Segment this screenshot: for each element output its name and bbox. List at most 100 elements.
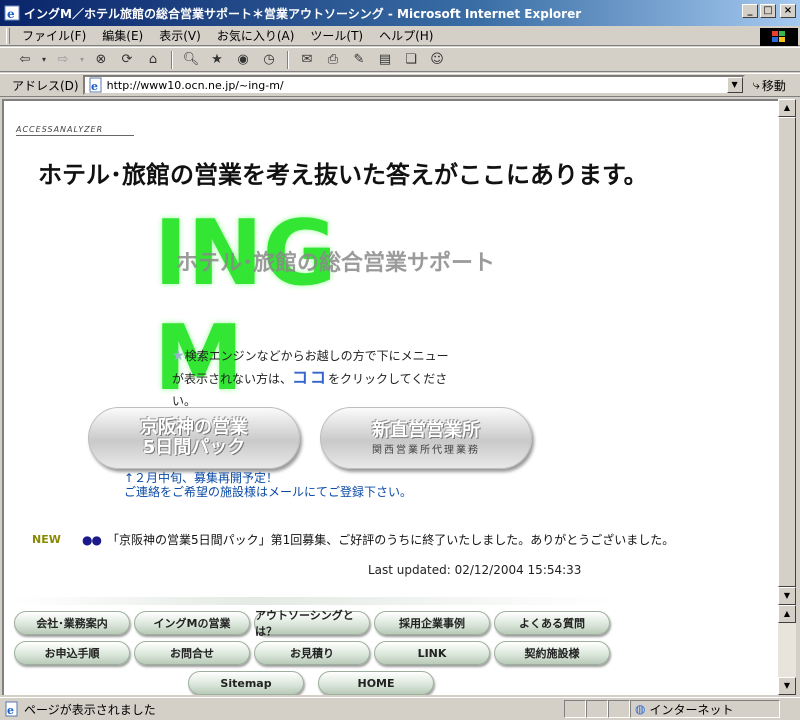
stop-icon[interactable]: ⊗ <box>90 50 112 70</box>
news-text: 「京阪神の営業5日間パック」第1回募集、ご好評のうちに終了いたしました。ありがと… <box>106 533 675 547</box>
home-icon[interactable]: ⌂ <box>142 50 164 70</box>
notice-line3: い。 <box>172 394 197 408</box>
search-icon[interactable]: 🔍︎ <box>180 50 202 70</box>
koko-link[interactable]: ココ <box>292 368 328 387</box>
svg-text:e: e <box>91 80 98 93</box>
svg-text:e: e <box>7 7 15 21</box>
forward-icon[interactable]: ⇨ <box>52 50 74 70</box>
nav-sitemap[interactable]: Sitemap <box>188 671 304 695</box>
maximize-button[interactable]: □ <box>760 4 776 18</box>
menu-bar: ファイル(F) 編集(E) 表示(V) お気に入り(A) ツール(T) ヘルプ(… <box>0 26 800 46</box>
menu-tools[interactable]: ツール(T) <box>302 27 371 44</box>
mail-icon[interactable]: ✉ <box>296 50 318 70</box>
nav-link[interactable]: LINK <box>374 641 490 665</box>
menu-help[interactable]: ヘルプ(H) <box>371 27 441 44</box>
toolbar-grip[interactable] <box>6 27 10 44</box>
menu-favorites[interactable]: お気に入り(A) <box>209 27 303 44</box>
nav-estimate[interactable]: お見積り <box>254 641 370 665</box>
research-icon[interactable]: ❏ <box>400 50 422 70</box>
divider <box>14 597 614 605</box>
nav-outsourcing[interactable]: アウトソーシングとは？ <box>254 609 370 638</box>
menu-notice: ★検索エンジンなどからお越しの方で下にメニュー が表示されない方は、ココをクリッ… <box>172 345 452 412</box>
new-badge: NEW <box>32 533 61 546</box>
menu-file[interactable]: ファイル(F) <box>14 27 94 44</box>
media-icon[interactable]: ◉ <box>232 50 254 70</box>
menu-edit[interactable]: 編集(E) <box>94 27 151 44</box>
zone-label: インターネット <box>649 702 734 717</box>
status-cell <box>586 700 608 718</box>
window-titlebar: e イングM／ホテル旅館の総合営業サポート＊営業アウトソーシング - Micro… <box>0 0 800 26</box>
new-office-line1: 新直営営業所 <box>372 419 480 441</box>
news-item: NEW ●● 「京阪神の営業5日間パック」第1回募集、ご好評のうちに終了いたしま… <box>32 531 674 548</box>
toolbar-separator <box>171 50 173 69</box>
ing-m-logo: ING M ホテル･旅館の総合営業サポート <box>154 201 495 411</box>
favorites-icon[interactable]: ★ <box>206 50 228 70</box>
go-label: 移動 <box>761 78 786 93</box>
back-dropdown-icon[interactable]: ▾ <box>40 50 48 70</box>
standard-toolbar: ⇦ ▾ ⇨ ▾ ⊗ ⟳ ⌂ 🔍︎ ★ ◉ ◷ ✉ ⎙ ✎ ▤ ❏ ☺ <box>0 47 800 72</box>
address-label: アドレス(D) <box>12 78 79 93</box>
scroll-down-lower-icon[interactable]: ▼ <box>778 677 796 695</box>
nav-faq[interactable]: よくある質問 <box>494 611 610 635</box>
address-bar: アドレス(D) e http://www10.ocn.ne.jp/~ing-m/… <box>0 73 800 97</box>
status-cell <box>564 700 586 718</box>
vertical-scrollbar[interactable]: ▲ ▼ ▲ ▼ <box>778 99 796 695</box>
window-title: イングM／ホテル旅館の総合営業サポート＊営業アウトソーシング - Microso… <box>24 6 582 21</box>
messenger-icon[interactable]: ☺ <box>426 50 448 70</box>
keihanshin-pack-line2: 5日間パック <box>142 437 246 458</box>
address-dropdown-icon[interactable]: ▼ <box>726 77 743 93</box>
notice-line2-pre: が表示されない方は、 <box>172 372 293 386</box>
go-arrow-icon: ⤷ <box>752 77 760 93</box>
discuss-icon[interactable]: ▤ <box>374 50 396 70</box>
toolbar-separator <box>287 50 289 69</box>
keihanshin-pack-button[interactable]: 京阪神の営業 5日間パック <box>88 407 300 469</box>
ie-logo-icon: e <box>4 5 20 21</box>
new-office-button[interactable]: 新直営営業所 関西営業所代理業務 <box>320 407 532 469</box>
status-text: ページが表示されました <box>24 702 156 717</box>
status-cell <box>608 700 630 718</box>
status-bar: e ページが表示されました ◍ インターネット <box>0 697 800 720</box>
scroll-down-icon[interactable]: ▼ <box>778 587 796 605</box>
close-button[interactable]: × <box>780 4 796 18</box>
print-icon[interactable]: ⎙ <box>322 50 344 70</box>
recruit-line1: ↑２月中旬、募集再開予定！ <box>124 471 279 485</box>
new-office-line2: 関西営業所代理業務 <box>372 444 480 456</box>
bullet-icon: ●● <box>82 532 102 547</box>
address-input[interactable]: e http://www10.ocn.ne.jp/~ing-m/ ▼ <box>82 75 745 95</box>
scroll-up-icon[interactable]: ▲ <box>778 99 796 117</box>
nav-contact[interactable]: お問合せ <box>134 641 250 665</box>
go-button[interactable]: ⤷ 移動 <box>753 77 786 94</box>
scroll-up-lower-icon[interactable]: ▲ <box>778 605 796 623</box>
page-viewport: ACCESSANALYZER ホテル･旅館の営業を考え抜いた答えがここにあります… <box>2 99 778 695</box>
nav-case-studies[interactable]: 採用企業事例 <box>374 611 490 635</box>
address-url[interactable]: http://www10.ocn.ne.jp/~ing-m/ <box>107 79 284 92</box>
security-zone: ◍ インターネット <box>630 700 780 718</box>
keihanshin-pack-line1: 京阪神の営業 <box>140 417 248 438</box>
page-loaded-icon: e <box>5 701 18 717</box>
globe-icon: ◍ <box>635 702 646 716</box>
notice-line2-post: をクリックしてくださ <box>328 372 448 386</box>
logo-subtitle: ホテル･旅館の総合営業サポート <box>176 251 496 276</box>
star-icon: ★ <box>172 348 185 364</box>
nav-ingm-sales[interactable]: イングMの営業 <box>134 611 250 635</box>
scroll-thumb[interactable] <box>778 117 796 587</box>
history-icon[interactable]: ◷ <box>258 50 280 70</box>
recruit-line2[interactable]: ご連絡をご希望の施設様はメールにてご登録下さい。 <box>124 485 412 499</box>
back-icon[interactable]: ⇦ <box>14 50 36 70</box>
nav-company[interactable]: 会社･業務案内 <box>14 611 130 635</box>
access-analyzer-logo[interactable]: ACCESSANALYZER <box>16 125 103 134</box>
nav-apply[interactable]: お申込手順 <box>14 641 130 665</box>
nav-home[interactable]: HOME <box>318 671 434 695</box>
refresh-icon[interactable]: ⟳ <box>116 50 138 70</box>
forward-dropdown-icon[interactable]: ▾ <box>78 50 86 70</box>
svg-text:e: e <box>7 704 14 717</box>
page-headline: ホテル･旅館の営業を考え抜いた答えがここにあります。 <box>38 160 648 189</box>
menu-view[interactable]: 表示(V) <box>151 27 209 44</box>
edit-icon[interactable]: ✎ <box>348 50 370 70</box>
nav-contract-facilities[interactable]: 契約施設様 <box>494 641 610 665</box>
notice-line1: 検索エンジンなどからお越しの方で下にメニュー <box>184 349 449 363</box>
minimize-button[interactable]: _ <box>742 4 758 18</box>
page-icon: e <box>89 77 102 93</box>
access-analyzer-underline <box>16 135 134 136</box>
last-updated: Last updated: 02/12/2004 15:54:33 <box>368 563 582 577</box>
